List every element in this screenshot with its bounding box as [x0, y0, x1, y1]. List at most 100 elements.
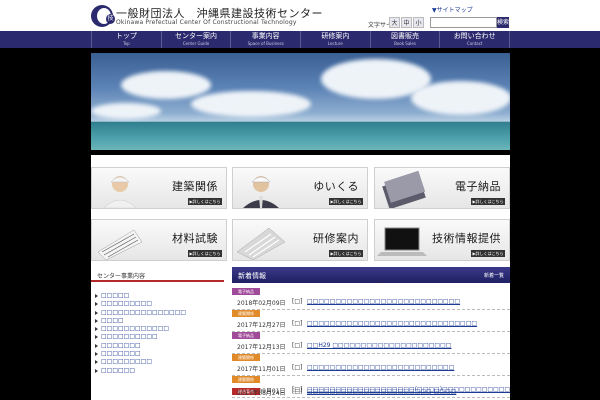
- news-date: 2017年12月13日: [237, 344, 286, 351]
- tile-material-testing[interactable]: 材料試験 ▶詳しくはこちら: [91, 219, 227, 261]
- tile-label: 電子納品: [455, 180, 501, 193]
- list-item-label[interactable]: □□□□□□□□□: [101, 300, 152, 308]
- engineer-icon: [243, 176, 279, 208]
- notebook-icon: [382, 170, 426, 208]
- cloud: [411, 81, 510, 115]
- bullet-icon: [95, 327, 98, 332]
- nav-label-en: Lecture: [327, 41, 343, 46]
- tile-yuikuru[interactable]: ゆいくる ▶詳しくはこちら: [232, 167, 368, 209]
- text-size-medium-button[interactable]: 中: [401, 17, 412, 28]
- text-size-large-button[interactable]: 大: [389, 17, 400, 28]
- news-tag: [□]: [292, 388, 303, 395]
- list-item[interactable]: □□□□□□□: [95, 342, 225, 350]
- document-icon: [97, 229, 143, 260]
- list-item-label[interactable]: □□□□□□: [101, 367, 135, 375]
- list-item[interactable]: □□□□□□□□□: [95, 358, 225, 366]
- list-item[interactable]: □□□□□□□□□: [95, 300, 225, 308]
- nav-label: 事業内容: [251, 32, 280, 40]
- tile-more-button[interactable]: ▶詳しくはこちら: [188, 198, 222, 205]
- news-date: 2017年11月01日: [237, 366, 286, 373]
- news-item: 総合案内 2017年08月24日 [□] □□□□□□□□□□□□□□□□□□□…: [232, 388, 510, 397]
- search-button[interactable]: 検索: [497, 17, 509, 28]
- nav-item-business[interactable]: 事業内容 Space of Business: [230, 31, 300, 48]
- tile-architecture[interactable]: 建築関係 ▶詳しくはこちら: [91, 167, 227, 209]
- tile-electronic-delivery[interactable]: 電子納品 ▶詳しくはこちら: [374, 167, 510, 209]
- bullet-icon: [95, 294, 98, 298]
- news-link[interactable]: □□H29 □□□□□□□□□□□□□□□□□□□□□: [307, 342, 451, 349]
- list-item-label[interactable]: □□□□□□□□□□: [101, 333, 158, 341]
- bullet-icon: [95, 318, 98, 323]
- site-header: 技 一般財団法人 沖縄県建設技術センター Okinawa Prefectual …: [0, 0, 600, 31]
- list-item-label[interactable]: □□□□□□□□□□□□: [101, 325, 169, 333]
- tile-training[interactable]: 研修案内 ▶詳しくはこちら: [232, 219, 368, 261]
- news-link[interactable]: □□□□□□□□□□□□□□□□□□□□□□□□□□□□□□: [307, 320, 477, 327]
- nav-label-en: Book Sales: [394, 41, 416, 46]
- list-item[interactable]: □□□□: [95, 317, 225, 325]
- hero-sea: [91, 122, 510, 150]
- nav-item-top[interactable]: トップ Top: [91, 31, 161, 48]
- bullet-icon: [95, 302, 98, 307]
- cloud: [91, 103, 161, 119]
- news-tag: [□]: [292, 364, 303, 371]
- nav-item-book-sales[interactable]: 図書販売 Book Sales: [369, 31, 440, 48]
- search-input[interactable]: [430, 17, 497, 28]
- tile-label: 研修案内: [313, 232, 359, 245]
- text-size-small-button[interactable]: 小: [413, 17, 424, 28]
- news-all-link[interactable]: 新着一覧: [484, 272, 504, 279]
- list-item[interactable]: □□□□□□: [95, 367, 225, 375]
- tile-more-button[interactable]: ▶詳しくはこちら: [329, 250, 363, 257]
- list-item[interactable]: □□□□□□□□□□: [95, 333, 225, 341]
- news-date: 2017年12月27日: [237, 322, 286, 329]
- nav-label: トップ: [115, 32, 137, 40]
- nav-label-en: Center Guide: [182, 41, 210, 46]
- page: 技 一般財団法人 沖縄県建設技術センター Okinawa Prefectual …: [0, 0, 600, 400]
- news-category-badge: 建築関係: [232, 310, 260, 317]
- news-link[interactable]: □□□□□□□□□□□□□□□□□□□□□□□□□□: [307, 364, 454, 371]
- nav-item-center-guide[interactable]: センター案内 Center Guide: [160, 31, 231, 48]
- news-category-badge: 電子納品: [232, 332, 260, 339]
- logo-inner: 技: [97, 8, 115, 24]
- tile-more-button[interactable]: ▶詳しくはこちら: [471, 198, 505, 205]
- nav-item-contact[interactable]: お問い合わせ Contact: [439, 31, 511, 48]
- list-item-label[interactable]: □□□□□□□: [101, 342, 141, 350]
- news-category-badge: 電子納品: [232, 288, 260, 295]
- tile-more-button[interactable]: ▶詳しくはこちら: [329, 198, 363, 205]
- tile-technical-info[interactable]: 技術情報提供 ▶詳しくはこちら: [374, 219, 510, 261]
- tile-more-button[interactable]: ▶詳しくはこちら: [188, 250, 222, 257]
- list-item-label[interactable]: □□□□□□□□□: [101, 358, 152, 366]
- nav-items: トップ Top センター案内 Center Guide 事業内容 Space o…: [91, 31, 511, 48]
- news-category-badge: 建築関係: [232, 376, 260, 383]
- bullet-icon: [95, 343, 98, 348]
- news-link[interactable]: □□□□□□□□□□□□□□□□□□□□□□□□□□□: [307, 298, 460, 305]
- nav-label: 図書販売: [391, 32, 420, 40]
- tile-more-button[interactable]: ▶詳しくはこちら: [471, 250, 505, 257]
- news-item: 建築関係 2017年11月01日 [□] □□□□□□□□□□□□□□□□□□□…: [232, 354, 510, 376]
- news-link[interactable]: □□□□□□□□□□□□□□□□□□□□□□ □□□□: [307, 388, 456, 395]
- main-content: 建築関係 ▶詳しくはこちら ゆいくる ▶詳しくはこちら 電子納品 ▶詳しくはこち…: [91, 155, 510, 400]
- hero-image: [91, 53, 510, 150]
- list-item[interactable]: □□□□□□□□□□□□: [95, 325, 225, 333]
- list-item-label[interactable]: □□□□□□□□□□□□□□□: [101, 309, 186, 317]
- nav-item-lecture[interactable]: 研修案内 Lecture: [300, 31, 370, 48]
- bullet-icon: [95, 360, 98, 365]
- bullet-icon: [95, 335, 98, 340]
- news-tag: [□]: [292, 342, 303, 349]
- center-business-header: センター事業内容: [91, 268, 224, 282]
- tile-label: 材料試験: [172, 232, 218, 245]
- cloud: [191, 91, 311, 117]
- list-item-label[interactable]: □□□□□: [101, 292, 129, 300]
- tile-label: ゆいくる: [313, 180, 359, 193]
- list-item[interactable]: □□□□□: [95, 292, 225, 300]
- news-category-badge: 建築関係: [232, 354, 260, 361]
- news-title: 新着情報: [238, 272, 266, 280]
- sitemap-link[interactable]: ▼サイトマップ: [432, 5, 473, 14]
- list-item[interactable]: □□□□□□□□□□□□□□□: [95, 309, 225, 317]
- list-item[interactable]: □□□□□□□: [95, 350, 225, 358]
- list-item-label[interactable]: □□□□□□□: [101, 350, 141, 358]
- news-item: 電子納品 2018年02月09日 [□] □□□□□□□□□□□□□□□□□□□…: [232, 288, 510, 310]
- logo-icon[interactable]: 技: [91, 5, 115, 27]
- keyboard-icon: [236, 227, 286, 260]
- list-item-label[interactable]: □□□□: [101, 317, 124, 325]
- center-business-title: センター事業内容: [97, 273, 146, 280]
- news-line: 2018年02月09日 [□] □□□□□□□□□□□□□□□□□□□□□□□□…: [232, 296, 510, 310]
